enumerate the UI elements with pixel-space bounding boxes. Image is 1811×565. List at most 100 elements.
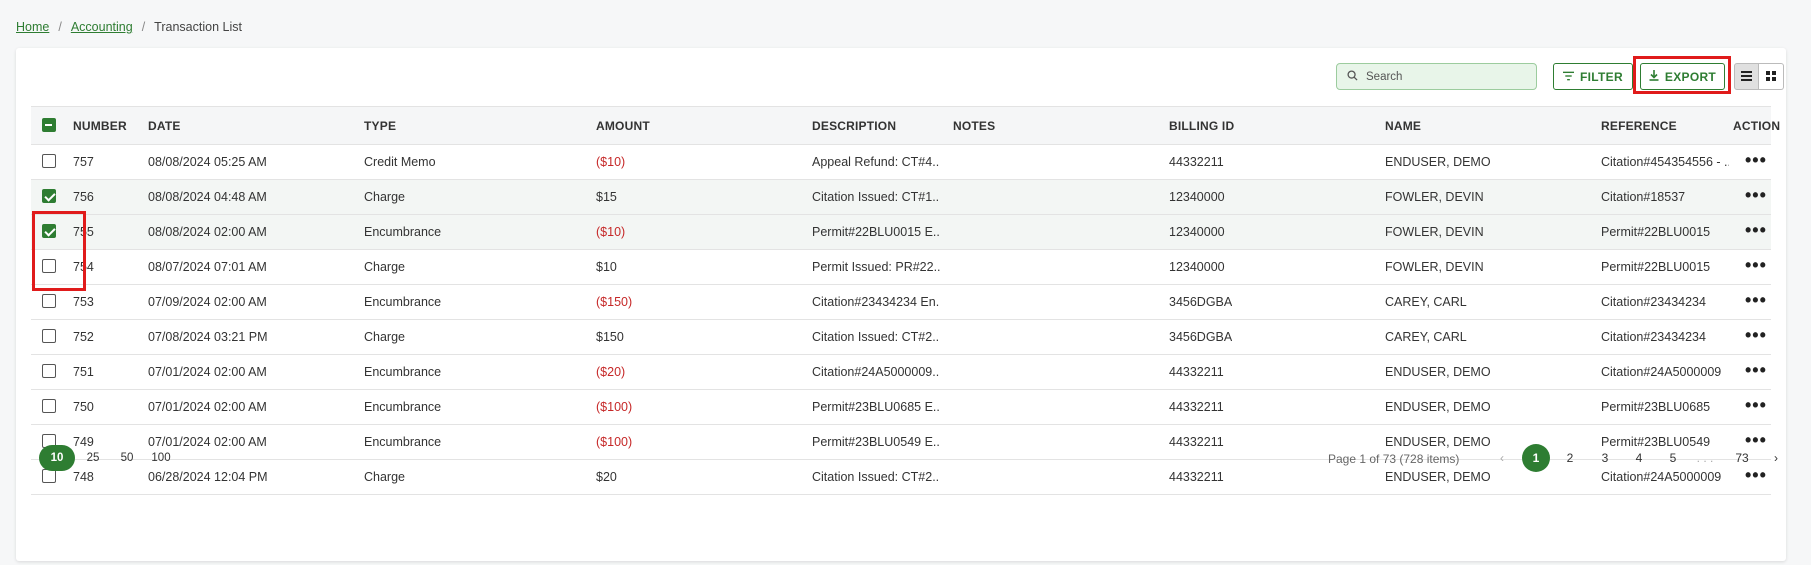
chevron-left-icon[interactable]: ‹ [1488,445,1516,471]
cell-billing-id: 12340000 [1169,190,1225,204]
grid-view-button[interactable] [1759,63,1784,90]
column-header-type[interactable]: TYPE [364,119,396,133]
cell-type: Charge [364,260,405,274]
cell-billing-id: 44332211 [1169,365,1224,379]
row-checkbox[interactable] [42,399,56,413]
breadcrumb-home-link[interactable]: Home [16,20,49,34]
table-row[interactable]: 756 08/08/2024 04:48 AM Charge $15 Citation … [31,180,1771,215]
cell-number: 756 [73,190,94,204]
column-header-number[interactable]: NUMBER [73,119,127,133]
cell-amount: $150 [596,330,624,344]
cell-reference: Citation#454354556 - ... [1601,155,1729,169]
cell-description: Appeal Refund: CT#4... [812,155,940,169]
page-button[interactable]: 1 [1522,444,1550,472]
row-actions-menu-icon[interactable]: ••• [1745,186,1767,204]
cell-date: 08/08/2024 02:00 AM [148,225,267,239]
cell-date: 08/08/2024 04:48 AM [148,190,267,204]
row-actions-menu-icon[interactable]: ••• [1745,361,1767,379]
cell-name: ENDUSER, DEMO [1385,365,1491,379]
row-actions-menu-icon[interactable]: ••• [1745,221,1767,239]
cell-reference: Citation#24A5000009 [1601,365,1722,379]
cell-amount: ($10) [596,225,626,239]
row-actions-menu-icon[interactable]: ••• [1745,151,1767,169]
column-header-notes[interactable]: NOTES [953,119,995,133]
cell-name: FOWLER, DEVIN [1385,225,1484,239]
cell-amount: ($20) [596,365,626,379]
cell-name: ENDUSER, DEMO [1385,400,1491,414]
cell-name: FOWLER, DEVIN [1385,190,1484,204]
table-footer: 10 25 50 100 Page 1 of 73 (728 items) ‹ 1 2 3 4… [31,436,1778,476]
filter-button[interactable]: FILTER [1553,63,1633,90]
table-row[interactable]: 752 07/08/2024 03:21 PM Charge $150 Citation… [31,320,1771,355]
page-size-option[interactable]: 100 [148,445,174,471]
breadcrumb: Home / Accounting / Transaction List [16,20,242,34]
cell-description: Permit#22BLU0015 E... [812,225,940,239]
column-header-date[interactable]: DATE [148,119,181,133]
cell-type: Encumbrance [364,365,442,379]
breadcrumb-accounting-link[interactable]: Accounting [71,20,133,34]
cell-date: 07/09/2024 02:00 AM [148,295,267,309]
row-checkbox[interactable] [42,154,56,168]
search-input[interactable] [1364,69,1528,84]
cell-reference: Citation#23434234 [1601,330,1706,344]
cell-type: Credit Memo [364,155,436,169]
column-header-billing-id[interactable]: BILLING ID [1169,119,1234,133]
row-actions-menu-icon[interactable]: ••• [1745,326,1767,344]
cell-name: FOWLER, DEVIN [1385,260,1484,274]
table-row[interactable]: 753 07/09/2024 02:00 AM Encumbrance ($150) C… [31,285,1771,320]
table-row[interactable]: 755 08/08/2024 02:00 AM Encumbrance ($10) Pe… [31,215,1771,250]
table-row[interactable]: 750 07/01/2024 02:00 AM Encumbrance ($100) P… [31,390,1771,425]
column-header-action: ACTION [1733,119,1781,133]
chevron-right-icon[interactable]: › [1762,445,1790,471]
page-button[interactable]: 5 [1659,445,1687,471]
cell-reference: Permit#22BLU0015 [1601,260,1711,274]
page-size-option[interactable]: 10 [39,445,75,471]
cell-description: Citation#23434234 En... [812,295,940,309]
cell-number: 753 [73,295,94,309]
cell-billing-id: 44332211 [1169,155,1224,169]
table-row[interactable]: 751 07/01/2024 02:00 AM Encumbrance ($20) Ci… [31,355,1771,390]
row-checkbox[interactable] [42,189,56,203]
cell-reference: Permit#22BLU0015 [1601,225,1711,239]
list-view-button[interactable] [1734,63,1759,90]
breadcrumb-separator: / [58,20,62,34]
row-checkbox[interactable] [42,329,56,343]
cell-date: 07/01/2024 02:00 AM [148,365,267,379]
table-header: NUMBER DATE TYPE AMOUNT DESCRIPTION NOTE… [31,107,1780,145]
cell-reference: Citation#18537 [1601,190,1686,204]
row-actions-menu-icon[interactable]: ••• [1745,396,1767,414]
column-header-reference[interactable]: REFERENCE [1601,119,1677,133]
row-checkbox[interactable] [42,364,56,378]
search-box[interactable] [1336,63,1537,90]
cell-description: Citation Issued: CT#2... [812,330,940,344]
export-highlight-box [1633,56,1731,94]
cell-type: Encumbrance [364,295,442,309]
cell-amount: ($100) [596,400,633,414]
table-row[interactable]: 754 08/07/2024 07:01 AM Charge $10 Permit Is… [31,250,1771,285]
cell-type: Encumbrance [364,400,442,414]
view-toggle [1734,63,1784,90]
page-button[interactable]: 73 [1728,445,1756,471]
row-checkbox[interactable] [42,294,56,308]
page-size-option[interactable]: 25 [80,445,106,471]
page-button[interactable]: 3 [1591,445,1619,471]
select-all-checkbox[interactable] [42,118,56,132]
page-button[interactable]: 2 [1556,445,1584,471]
row-actions-menu-icon[interactable]: ••• [1745,291,1767,309]
grid-view-icon [1766,70,1776,84]
cell-date: 07/08/2024 03:21 PM [148,330,268,344]
cell-type: Charge [364,190,405,204]
column-header-amount[interactable]: AMOUNT [596,119,650,133]
cell-billing-id: 44332211 [1169,400,1224,414]
breadcrumb-current: Transaction List [154,20,242,34]
column-header-name[interactable]: NAME [1385,119,1421,133]
page-size-option[interactable]: 50 [114,445,140,471]
page-button[interactable]: 4 [1625,445,1653,471]
table-row[interactable]: 757 08/08/2024 05:25 AM Credit Memo ($10) Ap… [31,145,1771,180]
cell-reference: Citation#23434234 [1601,295,1706,309]
row-actions-menu-icon[interactable]: ••• [1745,256,1767,274]
cell-date: 08/07/2024 07:01 AM [148,260,267,274]
transaction-list-card: FILTER EXPORT NUMBER DAT [16,48,1786,561]
column-header-description[interactable]: DESCRIPTION [812,119,896,133]
selected-rows-highlight-box [32,211,86,291]
